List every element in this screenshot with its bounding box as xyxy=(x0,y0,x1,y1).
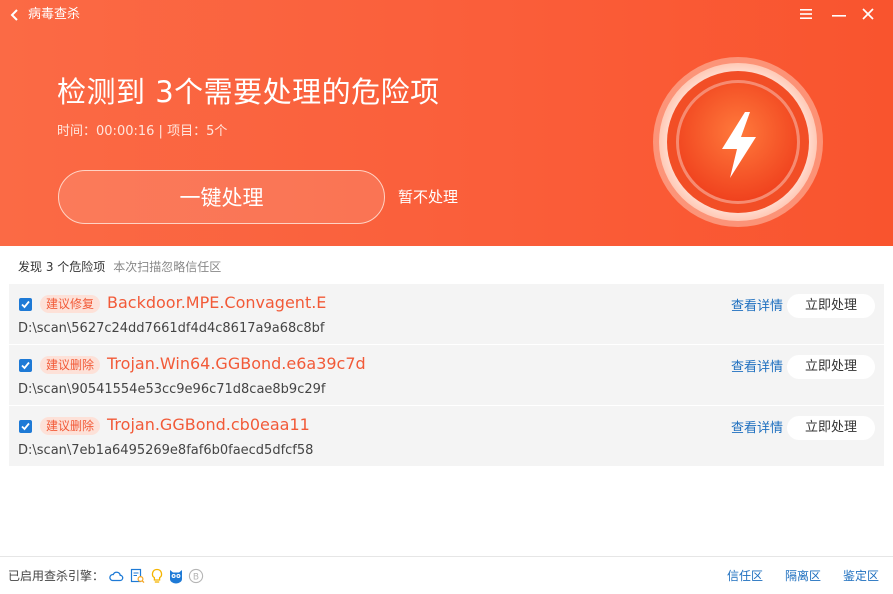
fix-all-button[interactable]: 一键处理 xyxy=(58,170,385,224)
close-icon[interactable] xyxy=(862,8,874,20)
menu-icon[interactable] xyxy=(800,8,812,20)
found-count-text: 发现 3 个危险项 xyxy=(18,260,106,274)
items-label: 项目： xyxy=(167,124,207,139)
footer-divider xyxy=(0,556,893,557)
time-label: 时间： xyxy=(57,124,97,139)
threat-path: D:\scan\90541554e53cc9e96c71d8cae8b9c29f xyxy=(18,382,326,397)
trust-zone-link[interactable]: 信任区 xyxy=(727,569,763,584)
threat-suggestion-badge: 建议删除 xyxy=(40,356,101,374)
title-bar: 病毒查杀 xyxy=(0,0,893,30)
threat-suggestion-badge: 建议删除 xyxy=(40,417,101,435)
threat-checkbox[interactable] xyxy=(19,420,32,433)
threat-row: 建议删除 Trojan.GGBond.cb0eaa11 D:\scan\7eb1… xyxy=(9,406,884,466)
page-title: 检测到 3个需要处理的危险项 xyxy=(57,75,440,109)
checkmark-icon xyxy=(21,300,30,309)
threat-row: 建议修复 Backdoor.MPE.Convagent.E D:\scan\56… xyxy=(9,284,884,344)
document-scan-icon[interactable] xyxy=(129,568,145,584)
items-value: 5个 xyxy=(206,124,228,139)
window-title: 病毒查杀 xyxy=(28,7,81,22)
view-details-link[interactable]: 查看详情 xyxy=(731,421,783,437)
checkmark-icon xyxy=(21,422,30,431)
threat-name: Trojan.Win64.GGBond.e6a39c7d xyxy=(107,354,366,373)
svg-text:B: B xyxy=(193,572,199,582)
threat-name: Trojan.GGBond.cb0eaa11 xyxy=(107,415,310,434)
b-circle-icon[interactable]: B xyxy=(188,568,204,584)
view-details-link[interactable]: 查看详情 xyxy=(731,360,783,376)
fix-now-button[interactable]: 立即处理 xyxy=(787,416,875,440)
minimize-icon[interactable] xyxy=(832,6,846,22)
engines-label: 已启用查杀引擎： xyxy=(8,569,105,583)
skip-button[interactable]: 暂不处理 xyxy=(398,188,458,206)
fix-now-button[interactable]: 立即处理 xyxy=(787,355,875,379)
chevron-left-icon[interactable] xyxy=(8,7,22,23)
threat-checkbox[interactable] xyxy=(19,298,32,311)
time-value: 00:00:16 xyxy=(96,124,155,139)
view-details-link[interactable]: 查看详情 xyxy=(731,299,783,315)
lightning-bolt-icon xyxy=(653,57,823,227)
scan-result-header: 病毒查杀 检测到 3个需要处理的危险项 时间：00:00:16 | 项目：5个 … xyxy=(0,0,893,246)
scan-stats: 时间：00:00:16 | 项目：5个 xyxy=(57,124,227,140)
threat-path: D:\scan\7eb1a6495269e8faf6b0faecd5dfcf58 xyxy=(18,443,314,458)
owl-icon[interactable] xyxy=(168,568,184,584)
threat-name: Backdoor.MPE.Convagent.E xyxy=(107,293,327,312)
quarantine-link[interactable]: 隔离区 xyxy=(785,569,821,584)
trust-zone-note: 本次扫描忽略信任区 xyxy=(113,260,222,274)
bulb-icon[interactable] xyxy=(149,568,165,584)
fix-now-button[interactable]: 立即处理 xyxy=(787,294,875,318)
threat-checkbox[interactable] xyxy=(19,359,32,372)
appraisal-zone-link[interactable]: 鉴定区 xyxy=(843,569,879,584)
threat-row: 建议删除 Trojan.Win64.GGBond.e6a39c7d D:\sca… xyxy=(9,345,884,405)
checkmark-icon xyxy=(21,361,30,370)
stats-separator: | xyxy=(154,124,168,139)
threat-path: D:\scan\5627c24dd7661df4d4c8617a9a68c8bf xyxy=(18,321,325,336)
cloud-icon[interactable] xyxy=(108,568,124,584)
scan-result-summary: 发现 3 个危险项 本次扫描忽略信任区 xyxy=(18,260,221,275)
threat-suggestion-badge: 建议修复 xyxy=(40,295,101,313)
